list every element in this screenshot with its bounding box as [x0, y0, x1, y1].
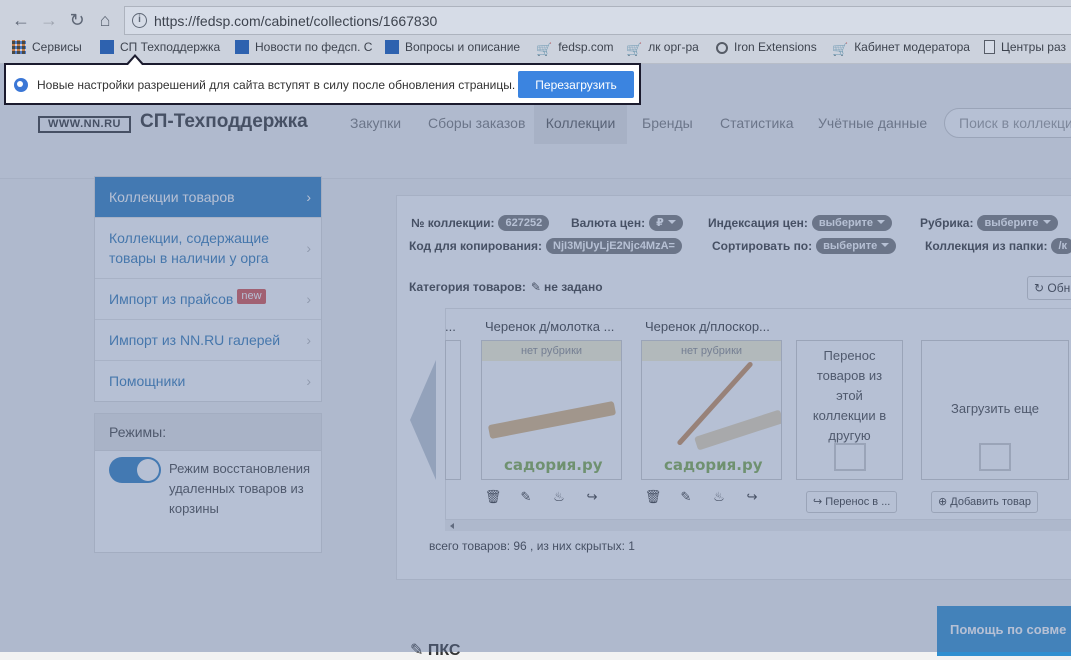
permissions-infobar: Новые настройки разрешений для сайта вст… [4, 63, 641, 105]
page-dim-overlay [0, 64, 1071, 652]
infobar-message: Новые настройки разрешений для сайта вст… [37, 78, 516, 92]
infobar-pointer-inner [128, 57, 142, 65]
reload-button[interactable]: Перезагрузить [518, 71, 634, 98]
globe-icon [14, 78, 28, 92]
chrome-dim-overlay [0, 0, 1071, 64]
